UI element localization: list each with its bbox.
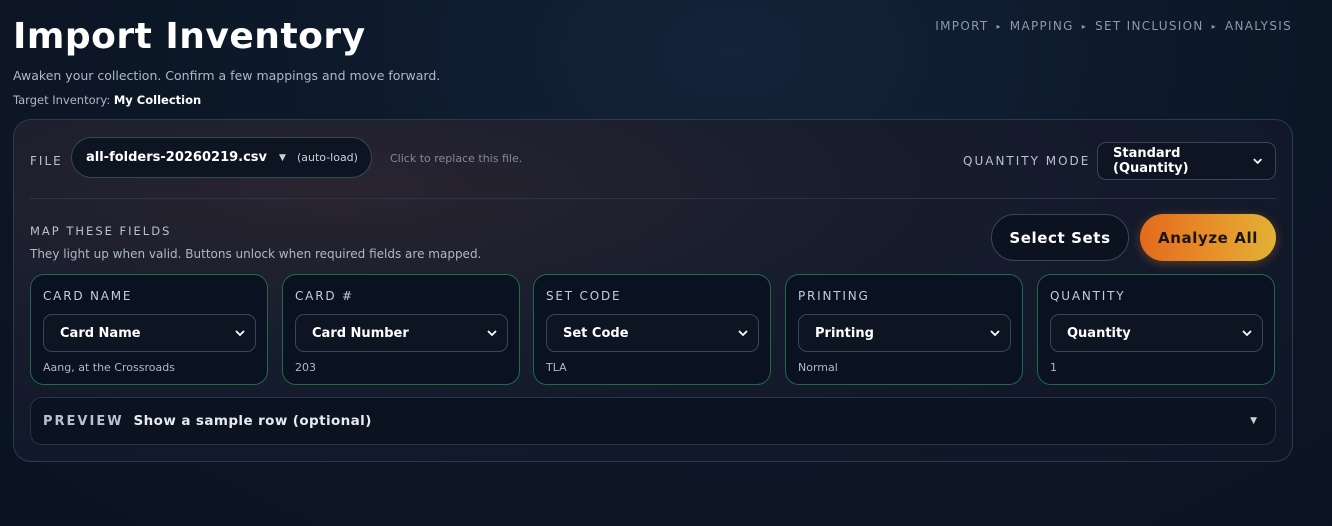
target-inventory-label: Target Inventory: (13, 93, 111, 107)
caret-down-icon: ▼ (279, 152, 286, 163)
chevron-down-icon (1242, 330, 1252, 337)
field-select-set-code[interactable]: Set Code (546, 314, 759, 352)
target-inventory: Target Inventory: My Collection (13, 93, 201, 107)
field-card-card-name: CARD NAME Card Name Aang, at the Crossro… (30, 274, 268, 385)
import-panel: FILE all-folders-20260219.csv ▼ (auto-lo… (13, 119, 1293, 462)
field-sample: Aang, at the Crossroads (43, 361, 175, 374)
field-select-value: Set Code (563, 325, 629, 341)
step-separator-icon: ▸ (1081, 21, 1088, 31)
step-analysis[interactable]: ANALYSIS (1225, 19, 1292, 33)
preview-text: Show a sample row (optional) (133, 413, 372, 429)
step-mapping[interactable]: MAPPING (1010, 19, 1074, 33)
step-import[interactable]: IMPORT (935, 19, 988, 33)
field-select-value: Card Number (312, 325, 409, 341)
page-subtitle: Awaken your collection. Confirm a few ma… (13, 68, 441, 83)
chevron-down-icon (1253, 158, 1262, 165)
quantity-mode-select[interactable]: Standard (Quantity) (1097, 142, 1276, 180)
field-select-value: Quantity (1067, 325, 1131, 341)
field-card-set-code: SET CODE Set Code TLA (533, 274, 771, 385)
panel-divider (30, 198, 1276, 199)
page-title: Import Inventory (13, 16, 366, 57)
file-label: FILE (30, 154, 63, 168)
field-sample: 1 (1050, 361, 1057, 374)
quantity-mode-value: Standard (Quantity) (1113, 146, 1189, 176)
chevron-down-icon (235, 330, 245, 337)
step-separator-icon: ▸ (1211, 21, 1217, 31)
field-card-card-number: CARD # Card Number 203 (282, 274, 520, 385)
field-select-printing[interactable]: Printing (798, 314, 1011, 352)
field-label: CARD # (295, 289, 354, 303)
file-picker[interactable]: all-folders-20260219.csv ▼ (auto-load) (71, 137, 372, 178)
preview-toggle[interactable]: PREVIEW Show a sample row (optional) ▼ (30, 397, 1276, 445)
field-label: SET CODE (546, 289, 622, 303)
chevron-down-icon (990, 330, 1000, 337)
field-card-printing: PRINTING Printing Normal (785, 274, 1023, 385)
chevron-down-icon (738, 330, 748, 337)
map-fields-label: MAP THESE FIELDS (30, 224, 172, 238)
field-select-quantity[interactable]: Quantity (1050, 314, 1263, 352)
field-select-value: Card Name (60, 325, 141, 341)
field-select-card-name[interactable]: Card Name (43, 314, 256, 352)
step-breadcrumb: IMPORT ▸ MAPPING ▸ SET INCLUSION ▸ ANALY… (935, 19, 1292, 33)
field-label: PRINTING (798, 289, 870, 303)
analyze-all-button[interactable]: Analyze All (1140, 214, 1276, 261)
quantity-mode-label: QUANTITY MODE (963, 154, 1091, 168)
field-label: CARD NAME (43, 289, 133, 303)
file-auto-load: (auto-load) (296, 151, 358, 164)
field-sample: Normal (798, 361, 838, 374)
chevron-down-icon (487, 330, 497, 337)
select-sets-button[interactable]: Select Sets (991, 214, 1129, 261)
field-sample: 203 (295, 361, 316, 374)
target-inventory-value: My Collection (113, 93, 202, 107)
field-select-value: Printing (815, 325, 874, 341)
step-separator-icon: ▸ (996, 21, 1002, 31)
map-fields-hint: They light up when valid. Buttons unlock… (30, 247, 482, 261)
field-sample: TLA (546, 361, 567, 374)
step-set-inclusion[interactable]: SET INCLUSION (1095, 19, 1204, 33)
preview-label: PREVIEW (43, 413, 124, 429)
field-select-card-number[interactable]: Card Number (295, 314, 508, 352)
file-hint: Click to replace this file. (390, 152, 523, 165)
caret-down-icon: ▼ (1250, 416, 1257, 426)
field-label: QUANTITY (1050, 289, 1126, 303)
file-name: all-folders-20260219.csv (86, 150, 268, 165)
field-card-quantity: QUANTITY Quantity 1 (1037, 274, 1275, 385)
